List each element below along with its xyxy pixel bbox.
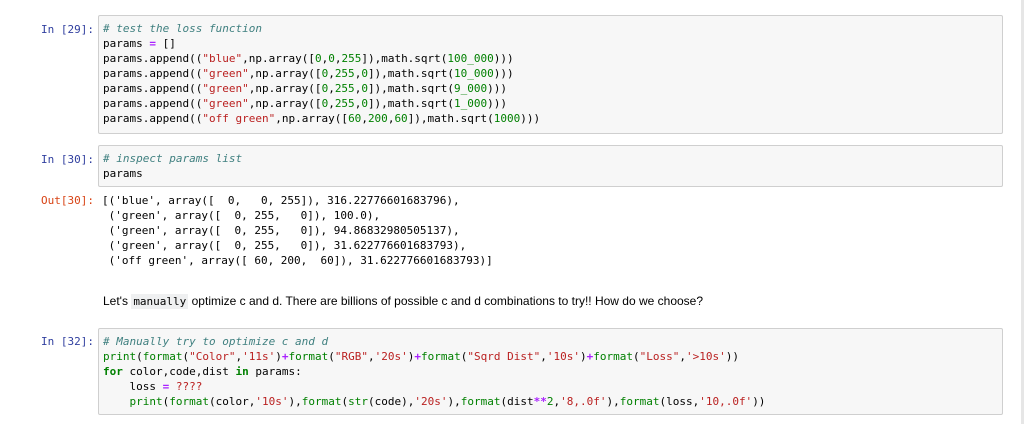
code-line: print(format("Color",'11s')+format("RGB"… bbox=[103, 350, 739, 363]
code-line: loss = ???? bbox=[103, 380, 203, 393]
output-line: ('green', array([ 0, 255, 0]), 31.622776… bbox=[102, 239, 467, 252]
markdown-cell: Let's manually optimize c and d. There a… bbox=[103, 293, 1003, 310]
code-line: params.append(("green",np.array([0,255,0… bbox=[103, 82, 508, 95]
code-line: # Manually try to optimize c and d bbox=[103, 335, 329, 348]
markdown-text-end: optimize c and d. There are billions of … bbox=[188, 294, 704, 308]
code-line: # inspect params list bbox=[103, 152, 243, 165]
output-line: [('blue', array([ 0, 0, 255]), 316.22776… bbox=[102, 194, 460, 207]
output-text: [('blue', array([ 0, 0, 255]), 316.22776… bbox=[102, 193, 1002, 268]
code-editor[interactable]: # inspect params list params bbox=[98, 145, 1003, 187]
output-line: ('green', array([ 0, 255, 0]), 94.868329… bbox=[102, 224, 460, 237]
input-prompt: In [30]: bbox=[41, 153, 94, 166]
code-line: params bbox=[103, 167, 143, 180]
code-line: for color,code,dist in params: bbox=[103, 365, 302, 378]
output-prompt: Out[30]: bbox=[41, 194, 94, 207]
code-line: params.append(("green",np.array([0,255,0… bbox=[103, 67, 514, 80]
code-line: params.append(("green",np.array([0,255,0… bbox=[103, 97, 508, 110]
input-prompt: In [29]: bbox=[41, 23, 94, 36]
code-line: # test the loss function bbox=[103, 22, 262, 35]
code-editor[interactable]: # test the loss function params = [] param… bbox=[98, 15, 1003, 134]
inline-code: manually bbox=[131, 294, 189, 309]
input-prompt: In [32]: bbox=[41, 335, 94, 348]
output-line: ('green', array([ 0, 255, 0]), 100.0), bbox=[102, 209, 381, 222]
output-line: ('off green', array([ 60, 200, 60]), 31.… bbox=[102, 254, 493, 267]
markdown-text-start: Let's bbox=[103, 294, 132, 308]
code-line: params.append(("blue",np.array([0,0,255]… bbox=[103, 52, 514, 65]
code-line: params.append(("off green",np.array([60,… bbox=[103, 112, 541, 125]
code-line: params = [] bbox=[103, 37, 176, 50]
code-line: print(format(color,'10s'),format(str(cod… bbox=[129, 395, 766, 408]
code-editor[interactable]: # Manually try to optimize c and d print(… bbox=[98, 328, 1003, 415]
